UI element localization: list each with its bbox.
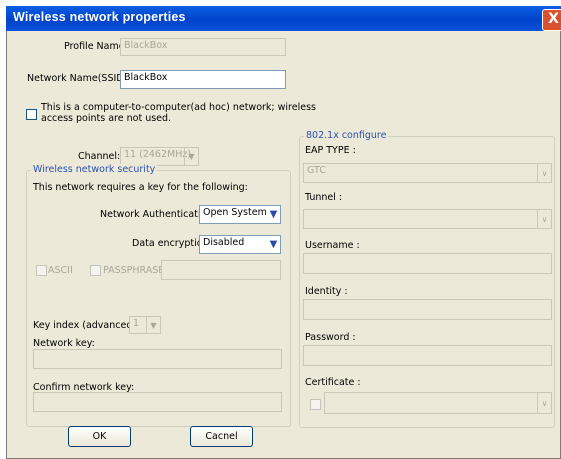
ascii-checkbox[interactable] (36, 265, 47, 276)
network-key-input[interactable] (33, 349, 282, 369)
eap-type-select: GTC ∨ (303, 163, 552, 183)
tunnel-select: ∨ (303, 209, 552, 229)
tunnel-label: Tunnel : (305, 192, 343, 203)
adhoc-label-line2: access points are not used. (41, 113, 172, 124)
chevron-down-icon: ▼ (266, 206, 280, 223)
x8021-legend: 802.1x configure (304, 130, 389, 141)
certificate-checkbox[interactable] (310, 399, 321, 410)
key-index-value: 1 (133, 318, 140, 329)
window-title: Wireless network properties (13, 10, 186, 24)
passphrase-checkbox[interactable] (90, 265, 101, 276)
properties-window: Wireless network properties X Profile Na… (6, 6, 561, 459)
chevron-down-icon: ▼ (184, 148, 198, 165)
eap-type-label: EAP TYPE : (305, 145, 356, 156)
confirm-key-input[interactable] (33, 392, 282, 412)
adhoc-checkbox[interactable] (26, 109, 37, 120)
channel-label: Channel: (78, 151, 121, 162)
certificate-select: ∨ (324, 392, 552, 414)
security-legend: Wireless network security (31, 164, 158, 175)
ssid-label: Network Name(SSID): (27, 73, 131, 84)
channel-value: 11 (2462MHz) (124, 149, 192, 160)
title-bar: Wireless network properties X (6, 6, 561, 31)
chevron-down-icon: ∨ (537, 164, 551, 182)
passphrase-input[interactable] (161, 260, 281, 280)
eap-type-value: GTC (307, 165, 326, 176)
security-intro: This network requires a key for the foll… (33, 182, 248, 193)
ssid-input[interactable]: BlackBox (120, 70, 286, 89)
cancel-button[interactable]: Cacnel (190, 426, 253, 447)
profile-name-label: Profile Name: (64, 41, 128, 52)
key-index-select: 1 ▼ (129, 316, 161, 334)
passphrase-label: PASSPHRASE (103, 265, 165, 276)
ok-button[interactable]: OK (68, 426, 131, 447)
profile-name-field: BlackBox (120, 38, 286, 56)
chevron-down-icon: ∨ (537, 393, 551, 413)
identity-input[interactable] (303, 299, 552, 320)
identity-label: Identity : (305, 286, 348, 297)
chevron-down-icon: ▼ (146, 317, 160, 333)
username-input[interactable] (303, 253, 552, 274)
chevron-down-icon: ∨ (537, 210, 551, 228)
auth-value: Open System (203, 207, 267, 218)
certificate-label: Certificate : (305, 377, 361, 388)
password-label: Password : (305, 332, 356, 343)
encryption-select[interactable]: Disabled ▼ (199, 235, 281, 254)
key-index-label: Key index (advanced): (33, 320, 140, 331)
network-key-label: Network key: (33, 338, 95, 349)
close-button[interactable]: X (542, 9, 561, 31)
chevron-down-icon: ▼ (266, 236, 280, 253)
ascii-label: ASCII (48, 265, 73, 276)
password-input[interactable] (303, 345, 552, 366)
encryption-value: Disabled (203, 237, 245, 248)
username-label: Username : (305, 240, 360, 251)
auth-select[interactable]: Open System ▼ (199, 205, 281, 224)
adhoc-label-line1: This is a computer-to-computer(ad hoc) n… (41, 102, 316, 113)
